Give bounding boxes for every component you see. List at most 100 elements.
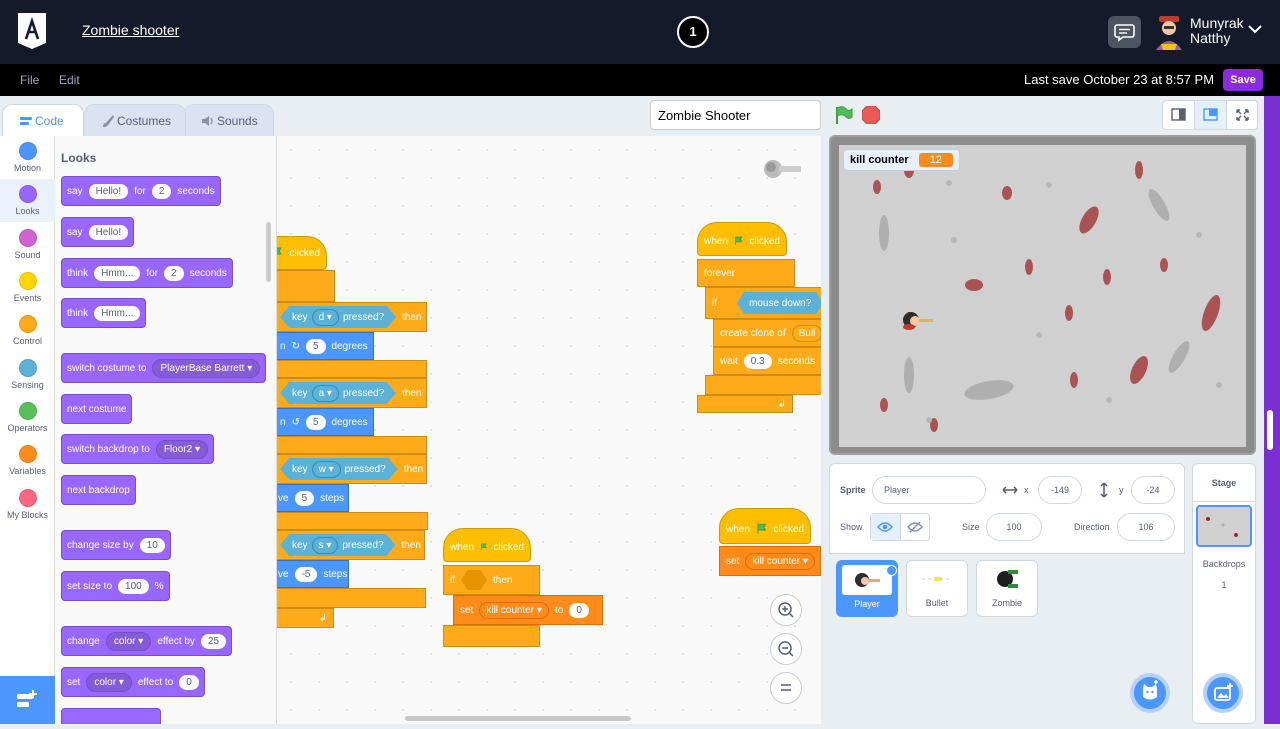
user-name[interactable]: Munyrak Natthy — [1190, 16, 1244, 46]
category-motion[interactable]: Motion — [0, 136, 55, 179]
y-input[interactable] — [1131, 476, 1175, 504]
size-input[interactable]: 10 — [139, 537, 165, 553]
wait-input[interactable]: 0.3 — [743, 353, 772, 369]
turn-left-block[interactable]: n ↺ 5 degrees — [277, 408, 374, 436]
steps-input[interactable]: -5 — [294, 566, 318, 582]
say-for-block[interactable]: say Hello! for 2 seconds — [61, 176, 221, 206]
forever-block[interactable] — [277, 270, 335, 302]
project-title-link[interactable]: Zombie shooter — [82, 22, 179, 38]
switch-costume-block[interactable]: switch costume to PlayerBase Barrett ▾ — [61, 353, 267, 383]
page-scrollbar-thumb[interactable] — [1267, 410, 1273, 450]
if-key-d-block[interactable]: key d ▾ pressed? then — [277, 302, 427, 332]
stop-icon[interactable] — [862, 106, 880, 124]
category-looks[interactable]: Looks — [0, 179, 55, 222]
set-effect-block[interactable]: set color ▾ effect to 0 — [61, 667, 205, 697]
key-pressed-condition[interactable]: key a ▾ pressed? — [280, 382, 397, 404]
if-key-s-block[interactable]: key s ▾ pressed? then — [277, 530, 425, 560]
costume-dropdown[interactable]: PlayerBase Barrett ▾ — [152, 358, 261, 378]
page-scrollbar[interactable] — [1264, 96, 1280, 724]
category-events[interactable]: Events — [0, 266, 55, 309]
size-input[interactable]: 100 — [118, 578, 149, 594]
steps-input[interactable]: 5 — [294, 490, 315, 506]
stage-thumbnail[interactable] — [1196, 505, 1252, 547]
tab-code[interactable]: Code — [2, 104, 84, 136]
palette-scrollbar[interactable] — [266, 222, 271, 282]
mouse-down-condition[interactable]: mouse down? — [737, 292, 821, 314]
add-backdrop-button[interactable] — [1203, 673, 1243, 713]
value-input[interactable]: 0 — [569, 602, 589, 618]
category-sound[interactable]: Sound — [0, 223, 55, 266]
if-key-w-block[interactable]: key w ▾ pressed? then — [277, 454, 427, 484]
size-input[interactable] — [986, 513, 1042, 541]
small-stage-button[interactable] — [1163, 101, 1195, 129]
backdrop-dropdown[interactable]: Floor2 ▾ — [155, 439, 208, 459]
empty-condition-slot[interactable] — [461, 570, 487, 590]
think-for-block[interactable]: think Hmm... for 2 seconds — [61, 258, 233, 288]
sprite-name-input[interactable] — [872, 476, 986, 504]
add-extension-button[interactable] — [0, 676, 55, 724]
fullscreen-button[interactable] — [1227, 101, 1258, 129]
effect-input[interactable]: 0 — [179, 674, 199, 690]
kill-counter-monitor[interactable]: kill counter 12 — [843, 149, 960, 171]
category-operators[interactable]: Operators — [0, 396, 55, 439]
switch-backdrop-block[interactable]: switch backdrop to Floor2 ▾ — [61, 434, 214, 464]
variable-dropdown[interactable]: kill counter ▾ — [745, 552, 815, 570]
when-flag-clicked-hat[interactable]: when clicked — [697, 222, 787, 256]
when-flag-clicked-hat[interactable]: when clicked — [719, 508, 811, 544]
degrees-input[interactable]: 5 — [305, 414, 326, 430]
tab-sounds[interactable]: Sounds — [184, 104, 274, 136]
sprite-tile-player[interactable]: Player — [836, 560, 898, 617]
seconds-input[interactable]: 2 — [151, 183, 172, 199]
sprite-tile-zombie[interactable]: Zombie — [976, 560, 1038, 617]
chat-button[interactable] — [1108, 16, 1141, 48]
delete-sprite-icon[interactable] — [886, 565, 897, 576]
set-variable-block[interactable]: set kill counter ▾ — [719, 546, 821, 576]
effect-input[interactable]: 25 — [200, 633, 227, 649]
zoom-reset-button[interactable] — [770, 672, 802, 704]
if-mouse-down-block[interactable]: if mouse down? — [705, 287, 821, 319]
message-input[interactable]: Hello! — [88, 183, 129, 199]
key-pressed-condition[interactable]: key s ▾ pressed? — [280, 534, 396, 556]
next-backdrop-block[interactable]: next backdrop — [61, 475, 136, 505]
zoom-out-button[interactable] — [770, 633, 802, 665]
save-button[interactable]: Save — [1223, 69, 1263, 91]
if-key-a-block[interactable]: key a ▾ pressed? then — [277, 378, 427, 408]
key-dropdown[interactable]: a ▾ — [311, 384, 339, 402]
change-effect-block[interactable]: change color ▾ effect by 25 — [61, 626, 233, 656]
key-pressed-condition[interactable]: key d ▾ pressed? — [280, 306, 397, 328]
category-my-blocks[interactable]: My Blocks — [0, 483, 55, 526]
direction-input[interactable] — [1117, 513, 1175, 541]
think-block[interactable]: think Hmm... — [61, 298, 147, 328]
clear-effects-block[interactable] — [61, 708, 161, 724]
sprite-tile-bullet[interactable]: Bullet — [906, 560, 968, 617]
turn-right-block[interactable]: n ↻ 5 degrees — [277, 332, 374, 360]
effect-dropdown[interactable]: color ▾ — [86, 672, 132, 692]
effect-dropdown[interactable]: color ▾ — [105, 631, 152, 651]
say-block[interactable]: say Hello! — [61, 217, 135, 247]
category-variables[interactable]: Variables — [0, 439, 55, 482]
variable-dropdown[interactable]: kill counter ▾ — [479, 601, 549, 619]
show-sprite-button[interactable] — [871, 514, 900, 540]
file-menu[interactable]: File — [20, 73, 39, 87]
normal-stage-button[interactable] — [1195, 101, 1227, 129]
edit-menu[interactable]: Edit — [59, 73, 80, 87]
project-name-input[interactable] — [650, 100, 821, 130]
degrees-input[interactable]: 5 — [305, 338, 326, 354]
chevron-down-icon[interactable] — [1248, 24, 1262, 34]
canvas-horizontal-scrollbar[interactable] — [405, 716, 631, 721]
x-input[interactable] — [1038, 476, 1082, 504]
category-control[interactable]: Control — [0, 309, 55, 352]
change-size-block[interactable]: change size by 10 — [61, 530, 171, 560]
clone-target-dropdown[interactable]: Bull — [791, 324, 821, 342]
key-dropdown[interactable]: s ▾ — [311, 536, 339, 554]
when-flag-clicked-hat[interactable]: clicked — [277, 236, 327, 270]
seconds-input[interactable]: 2 — [164, 265, 184, 281]
if-then-block[interactable]: if then — [443, 565, 540, 595]
script-canvas[interactable]: clicked key d ▾ pressed? then n ↻ 5 degr… — [277, 136, 821, 724]
message-input[interactable]: Hello! — [88, 224, 129, 240]
hide-sprite-button[interactable] — [899, 514, 930, 540]
message-input[interactable]: Hmm... — [94, 305, 141, 321]
green-flag-icon[interactable] — [834, 105, 854, 125]
key-dropdown[interactable]: d ▾ — [311, 308, 339, 326]
app-logo[interactable] — [18, 13, 46, 49]
